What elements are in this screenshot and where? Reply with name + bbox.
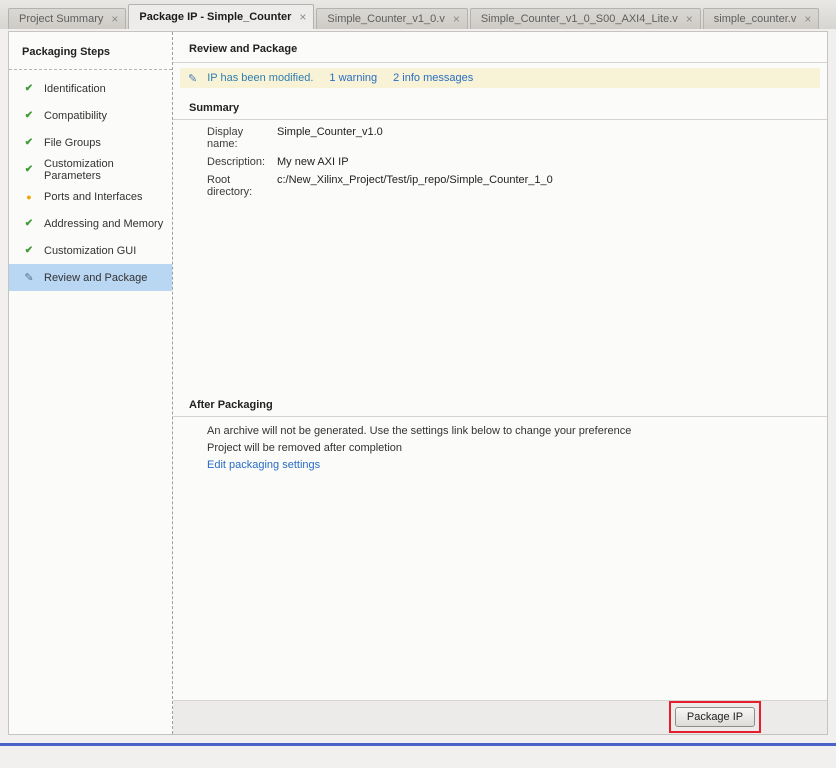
sidebar-item-label: Identification (44, 82, 106, 95)
close-icon[interactable]: × (111, 13, 118, 25)
package-ip-button[interactable]: Package IP (674, 707, 756, 727)
tab-project-summary[interactable]: Project Summary × (8, 8, 127, 29)
review-and-package-panel: Review and Package ✎ IP has been modifie… (173, 32, 827, 734)
page-title: Review and Package (189, 43, 298, 55)
after-packaging-line: Project will be removed after completion (207, 442, 403, 454)
field-label: Description: (207, 156, 266, 168)
field-value: c:/New_Xilinx_Project/Test/ip_repo/Simpl… (277, 174, 553, 186)
tab-label: Package IP - Simple_Counter (139, 11, 292, 23)
field-value: My new AXI IP (277, 156, 349, 168)
tab-label: Simple_Counter_v1_0.v (327, 13, 445, 25)
info-messages-link[interactable]: 2 info messages (393, 72, 473, 84)
check-icon: ✔ (24, 218, 34, 229)
after-packaging-line: An archive will not be generated. Use th… (207, 425, 632, 437)
close-icon[interactable]: × (453, 13, 460, 25)
divider (173, 416, 827, 417)
tab-simple-counter-s00-axi4-lite[interactable]: Simple_Counter_v1_0_S00_AXI4_Lite.v × (469, 8, 701, 29)
bottom-accent-line (0, 743, 836, 746)
sidebar-item-customization-gui[interactable]: ✔ Customization GUI (9, 237, 172, 264)
edit-icon: ✎ (24, 272, 34, 284)
after-packaging-section-title: After Packaging (189, 399, 273, 411)
edit-packaging-settings-link[interactable]: Edit packaging settings (207, 457, 631, 474)
sidebar-item-label: Compatibility (44, 109, 107, 122)
field-row-display-name: Display name: Simple_Counter_v1.0 (207, 126, 553, 150)
sidebar-item-addressing-and-memory[interactable]: ✔ Addressing and Memory (9, 210, 172, 237)
warning-icon: ● (26, 191, 32, 202)
field-label: Root directory: (207, 174, 253, 198)
sidebar-item-compatibility[interactable]: ✔ Compatibility (9, 102, 172, 129)
sidebar-item-ports-and-interfaces[interactable]: ● Ports and Interfaces (9, 183, 172, 210)
divider (173, 62, 827, 63)
check-icon: ✔ (24, 110, 34, 121)
footer-bar: Package IP (173, 700, 827, 734)
pencil-icon: ✎ (188, 72, 198, 85)
summary-section-title: Summary (189, 102, 240, 114)
tab-label: Project Summary (19, 13, 104, 25)
close-icon[interactable]: × (804, 13, 811, 25)
package-ip-window: Packaging Steps ✔ Identification ✔ Compa… (8, 31, 828, 735)
modified-notification-bar: ✎ IP has been modified. 1 warning 2 info… (180, 68, 820, 88)
check-icon: ✔ (24, 245, 34, 256)
check-icon: ✔ (24, 83, 34, 94)
sidebar-item-identification[interactable]: ✔ Identification (9, 75, 172, 102)
highlight-annotation: Package IP (669, 701, 761, 733)
check-icon: ✔ (24, 164, 34, 175)
sidebar-item-label: File Groups (44, 136, 101, 149)
sidebar-item-customization-parameters[interactable]: ✔ Customization Parameters (9, 156, 172, 183)
divider (173, 119, 827, 120)
packaging-steps-title: Packaging Steps (9, 38, 172, 70)
field-value: Simple_Counter_v1.0 (277, 126, 383, 138)
field-row-description: Description: My new AXI IP (207, 156, 553, 168)
sidebar-item-review-and-package[interactable]: ✎ Review and Package (9, 264, 172, 291)
sidebar-item-label: Customization Parameters (44, 157, 114, 182)
sidebar-item-label: Review and Package (44, 271, 148, 284)
sidebar-item-label: Customization GUI (44, 244, 137, 257)
sidebar-item-label: Addressing and Memory (44, 217, 164, 230)
document-tabbar: Project Summary × Package IP - Simple_Co… (0, 0, 836, 29)
packaging-steps-panel: Packaging Steps ✔ Identification ✔ Compa… (9, 32, 173, 734)
close-icon[interactable]: × (686, 13, 693, 25)
field-row-root-directory: Root directory: c:/New_Xilinx_Project/Te… (207, 174, 553, 198)
tab-package-ip-simple-counter[interactable]: Package IP - Simple_Counter × (128, 4, 315, 29)
sidebar-item-label: Ports and Interfaces (44, 190, 143, 203)
after-packaging-text: An archive will not be generated. Use th… (207, 423, 631, 474)
tab-label: simple_counter.v (713, 13, 797, 25)
summary-fields: Display name: Simple_Counter_v1.0 Descri… (207, 126, 553, 198)
check-icon: ✔ (24, 137, 34, 148)
field-label: Display name: (207, 126, 244, 150)
tab-simple-counter-v[interactable]: simple_counter.v × (702, 8, 820, 29)
close-icon[interactable]: × (299, 11, 306, 23)
sidebar-item-file-groups[interactable]: ✔ File Groups (9, 129, 172, 156)
warning-link[interactable]: 1 warning (329, 72, 377, 84)
modified-message: IP has been modified. (207, 72, 314, 84)
tab-simple-counter-v1-0[interactable]: Simple_Counter_v1_0.v × (316, 8, 468, 29)
tab-label: Simple_Counter_v1_0_S00_AXI4_Lite.v (480, 13, 678, 25)
